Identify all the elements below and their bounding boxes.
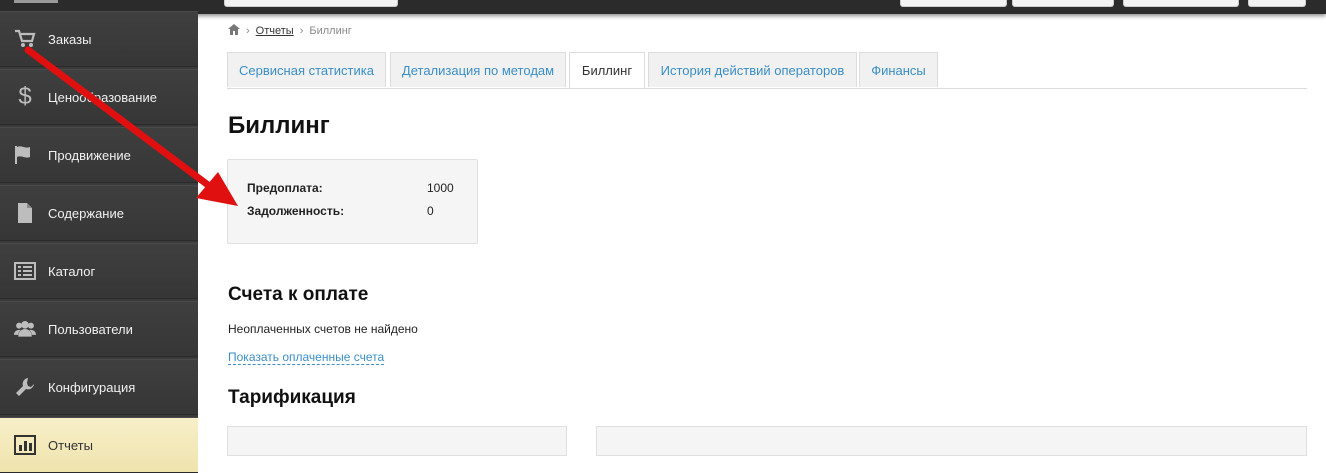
sidebar-item-label: Пользователи <box>48 321 133 337</box>
invoices-empty-text: Неоплаченных счетов не найдено <box>228 322 418 336</box>
breadcrumb-link-reports[interactable]: Отчеты <box>256 25 294 37</box>
flag-icon <box>14 144 36 166</box>
sidebar-item-catalog[interactable]: Каталог <box>0 243 198 299</box>
tab-finances[interactable]: Финансы <box>859 52 938 87</box>
show-paid-invoices-link[interactable]: Показать оплаченные счета <box>228 350 385 365</box>
home-icon[interactable] <box>228 24 240 38</box>
prepay-label: Предоплата: <box>247 181 323 195</box>
top-bar-logo-edge <box>14 0 58 3</box>
sidebar-item-reports[interactable]: Отчеты <box>0 417 198 473</box>
debt-value: 0 <box>427 204 434 218</box>
tariff-panel-right <box>596 426 1307 456</box>
tab-bar: Сервисная статистика Детализация по мето… <box>227 52 1307 89</box>
sidebar-item-label: Содержание <box>48 205 124 221</box>
list-icon <box>14 260 36 282</box>
billing-summary-box: Предоплата: 1000 Задолженность: 0 <box>227 159 478 244</box>
chart-icon <box>14 434 36 456</box>
tariff-panel-left <box>227 426 567 456</box>
top-button-4[interactable] <box>1248 0 1306 7</box>
tab-service-statistics[interactable]: Сервисная статистика <box>227 52 386 87</box>
breadcrumb-current: Биллинг <box>309 25 352 37</box>
debt-label: Задолженность: <box>247 204 345 218</box>
invoices-heading: Счета к оплате <box>228 284 369 305</box>
debt-row: Задолженность: 0 <box>247 204 434 218</box>
top-button-2[interactable] <box>1012 0 1114 7</box>
breadcrumb-separator: › <box>246 25 250 37</box>
tab-operator-history[interactable]: История действий операторов <box>648 52 857 87</box>
top-search-field[interactable] <box>224 0 398 7</box>
tab-method-details[interactable]: Детализация по методам <box>390 52 566 87</box>
sidebar-item-configuration[interactable]: Конфигурация <box>0 359 198 415</box>
tariff-heading: Тарификация <box>228 387 356 408</box>
top-button-3[interactable] <box>1123 0 1239 7</box>
sidebar-item-content[interactable]: Содержание <box>0 185 198 241</box>
breadcrumb: › Отчеты › Биллинг <box>228 24 352 38</box>
sidebar-item-orders[interactable]: Заказы <box>0 11 198 67</box>
users-icon <box>14 318 36 340</box>
sidebar-item-label: Ценообразование <box>48 89 157 105</box>
sidebar-item-pricing[interactable]: $ Ценообразование <box>0 69 198 125</box>
prepay-value: 1000 <box>427 181 454 195</box>
top-bar <box>0 0 1326 14</box>
sidebar-item-users[interactable]: Пользователи <box>0 301 198 357</box>
prepay-row: Предоплата: 1000 <box>247 181 454 195</box>
sidebar-item-label: Отчеты <box>48 437 93 453</box>
sidebar: Заказы $ Ценообразование Продвижение Сод… <box>0 11 198 473</box>
cart-icon <box>14 28 36 50</box>
tab-billing[interactable]: Биллинг <box>569 52 645 88</box>
document-icon <box>14 202 36 224</box>
wrench-icon <box>14 376 36 398</box>
sidebar-item-label: Заказы <box>48 31 92 47</box>
top-button-1[interactable] <box>900 0 1007 7</box>
sidebar-item-label: Продвижение <box>48 147 131 163</box>
sidebar-item-promotion[interactable]: Продвижение <box>0 127 198 183</box>
sidebar-item-label: Каталог <box>48 263 96 279</box>
breadcrumb-separator: › <box>299 25 304 37</box>
dollar-icon: $ <box>18 83 32 110</box>
sidebar-item-label: Конфигурация <box>48 379 136 395</box>
page-title: Биллинг <box>228 112 330 139</box>
